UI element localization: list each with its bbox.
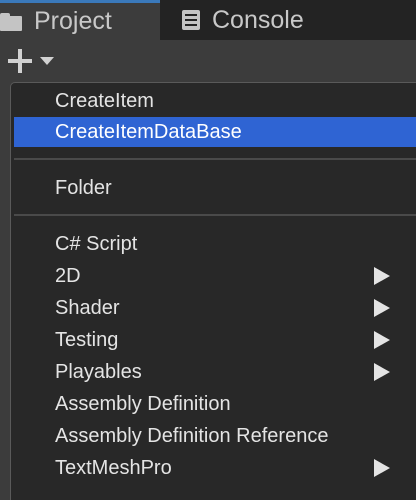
menu-item-label: 2D: [55, 264, 81, 287]
menu-item-playables[interactable]: Playables: [14, 357, 416, 387]
menu-item-assembly-definition-reference[interactable]: Assembly Definition Reference: [14, 421, 416, 451]
menu-separator: [14, 158, 416, 160]
menu-item-label: Testing: [55, 328, 119, 351]
console-icon: [182, 10, 200, 30]
menu-item-csharp-script[interactable]: C# Script: [14, 229, 416, 259]
submenu-arrow-icon: [374, 267, 390, 285]
menu-separator: [14, 214, 416, 216]
menu-item-label: Shader: [55, 296, 120, 319]
folder-icon: [0, 12, 22, 31]
tab-project[interactable]: Project: [0, 0, 160, 40]
menu-item-assembly-definition[interactable]: Assembly Definition: [14, 389, 416, 419]
menu-item-textmeshpro[interactable]: TextMeshPro: [14, 453, 416, 483]
submenu-arrow-icon: [374, 299, 390, 317]
menu-item-label: CreateItemDataBase: [55, 120, 242, 143]
tab-label: Project: [34, 7, 112, 35]
menu-item-label: Playables: [55, 360, 142, 383]
tab-label: Console: [212, 5, 304, 34]
submenu-arrow-icon: [374, 331, 390, 349]
menu-item-label: TextMeshPro: [55, 456, 172, 479]
menu-item-label: C# Script: [55, 232, 138, 255]
menu-item-label: Assembly Definition: [55, 392, 231, 415]
menu-item-shader[interactable]: Shader: [14, 293, 416, 323]
tab-bar: Project Console: [0, 0, 416, 40]
menu-item-label: Assembly Definition Reference: [55, 424, 329, 447]
menu-item-testing[interactable]: Testing: [14, 325, 416, 355]
menu-item-label: CreateItem: [55, 89, 154, 112]
create-menu-button[interactable]: [8, 48, 66, 74]
create-dropdown-menu: CreateItem CreateItemDataBase Folder C# …: [10, 82, 416, 500]
caret-down-icon: [40, 57, 54, 65]
menu-item-label: Folder: [55, 176, 112, 199]
menu-item-2d[interactable]: 2D: [14, 261, 416, 291]
menu-item-folder[interactable]: Folder: [14, 173, 416, 203]
tab-console[interactable]: Console: [178, 0, 348, 40]
submenu-arrow-icon: [374, 363, 390, 381]
menu-item-createitemdatabase[interactable]: CreateItemDataBase: [14, 117, 416, 147]
submenu-arrow-icon: [374, 459, 390, 477]
plus-icon: [8, 49, 32, 73]
menu-item-createitem[interactable]: CreateItem: [14, 86, 416, 116]
project-toolbar: [0, 40, 416, 80]
